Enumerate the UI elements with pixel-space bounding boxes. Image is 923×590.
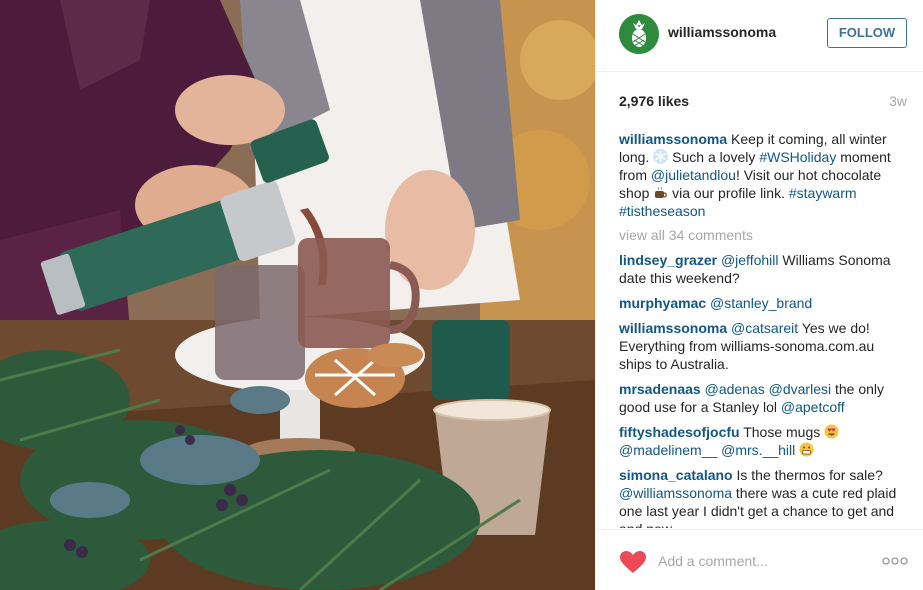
post-meta: 2,976 likes 3w [619, 93, 907, 113]
comment-username[interactable]: williamssonoma [619, 320, 727, 336]
comment: simona_catalano Is the thermos for sale?… [619, 466, 909, 528]
comment: lindsey_grazer @jeffohill Williams Sonom… [619, 251, 909, 287]
caption-text: via our profile link. [672, 185, 785, 201]
caption-text: Such a lovely [672, 149, 756, 165]
comment: mrsadenaas @adenas @dvarlesi the only go… [619, 380, 909, 416]
comment-username[interactable]: fiftyshadesofjocfu [619, 424, 740, 440]
more-options-icon[interactable] [882, 557, 908, 565]
comment-text: Those mugs [743, 424, 821, 440]
post-header: williamssonoma FOLLOW [596, 0, 923, 72]
follow-button[interactable]: FOLLOW [827, 18, 907, 48]
comment-username[interactable]: mrsadenaas [619, 381, 701, 397]
comment-username[interactable]: murphyamac [619, 295, 706, 311]
snowflake-icon [653, 149, 669, 164]
post-sidebar: williamssonoma FOLLOW 2,976 likes 3w wil… [595, 0, 923, 590]
comment-username[interactable]: simona_catalano [619, 467, 733, 483]
avatar[interactable] [619, 14, 659, 54]
view-all-comments-link[interactable]: view all 34 comments [619, 226, 909, 244]
mention[interactable]: @madelinem__ @mrs.__hill [619, 442, 795, 458]
heart-icon[interactable] [619, 550, 647, 574]
hot-beverage-icon [655, 186, 668, 198]
comment: williamssonoma @catsareit Yes we do! Eve… [619, 319, 909, 373]
grimace-emoji-icon [799, 442, 814, 457]
hashtag[interactable]: #tistheseason [619, 203, 705, 219]
comment: fiftyshadesofjocfu Those mugs @madelinem… [619, 423, 909, 459]
likes-count[interactable]: 2,976 likes [619, 93, 689, 109]
pineapple-icon [619, 14, 659, 54]
mention[interactable]: @adenas @dvarlesi [705, 381, 832, 397]
post-photo-illustration [0, 0, 595, 590]
hashtag[interactable]: #staywarm [789, 185, 857, 201]
mention[interactable]: @julietandlou [651, 167, 736, 183]
mention[interactable]: @apetcoff [781, 399, 845, 415]
add-comment-input[interactable] [658, 550, 868, 572]
comment-username[interactable]: lindsey_grazer [619, 252, 717, 268]
mention[interactable]: @stanley_brand [710, 295, 812, 311]
hashtag[interactable]: #WSHoliday [759, 149, 836, 165]
mention[interactable]: @catsareit [731, 320, 798, 336]
comments-list[interactable]: williamssonoma Keep it coming, all winte… [619, 130, 909, 528]
post-footer [596, 529, 923, 590]
caption: williamssonoma Keep it coming, all winte… [619, 130, 909, 220]
comment: murphyamac @stanley_brand [619, 294, 909, 312]
post-photo[interactable] [0, 0, 595, 590]
post-time[interactable]: 3w [889, 93, 907, 109]
mention[interactable]: @jeffohill [721, 252, 779, 268]
username[interactable]: williamssonoma [668, 24, 776, 40]
mention[interactable]: @williamssonoma [619, 485, 732, 501]
heart-eyes-emoji-icon [824, 424, 839, 439]
caption-username[interactable]: williamssonoma [619, 131, 727, 147]
comment-text: Is the thermos for sale? [736, 467, 883, 483]
